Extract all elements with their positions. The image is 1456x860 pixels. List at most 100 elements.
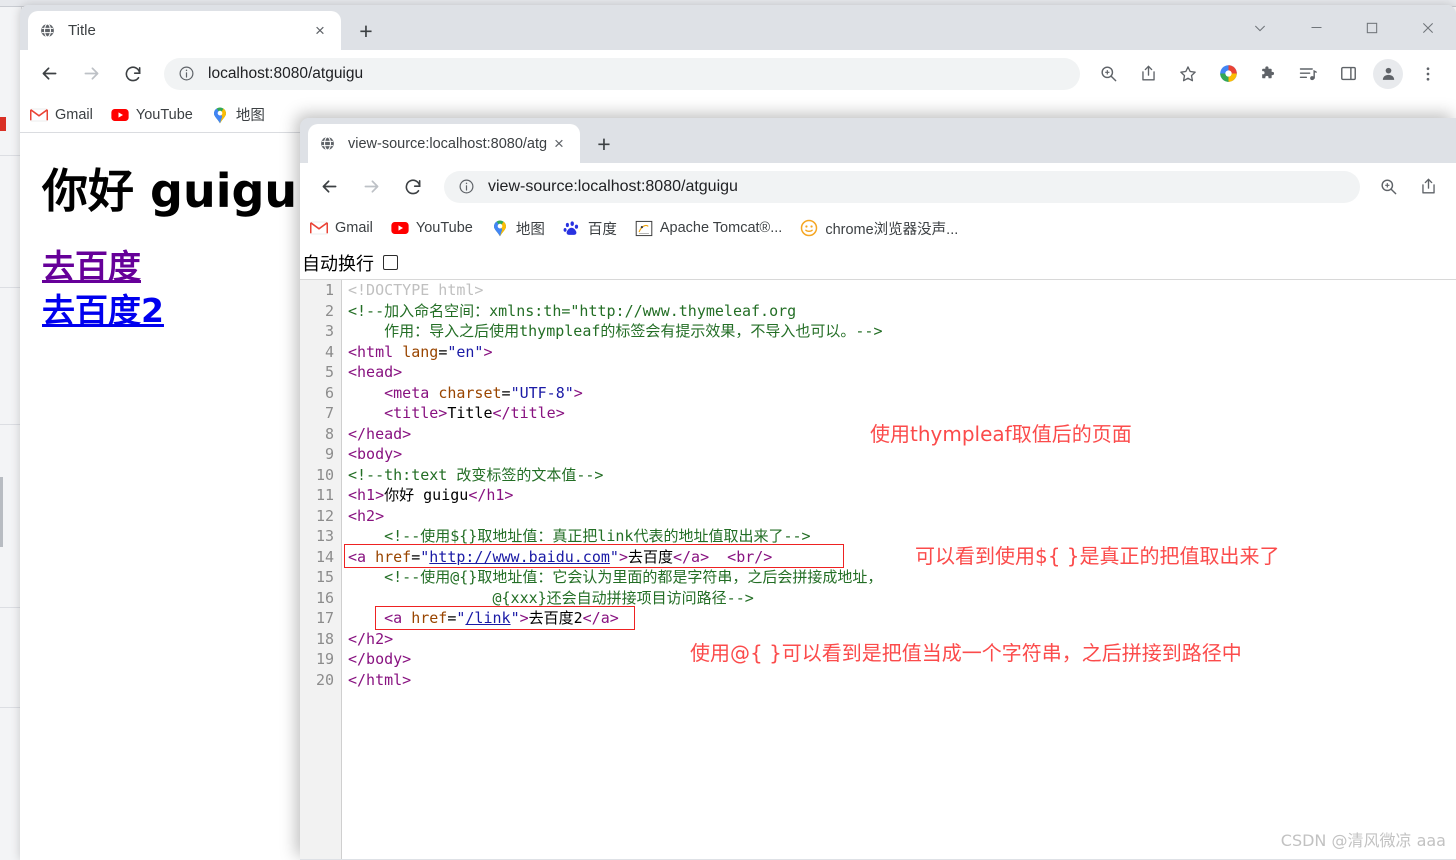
forward-navigation-icon[interactable] — [74, 57, 108, 91]
window-close-icon[interactable] — [1400, 5, 1456, 50]
back-tab-label: Title — [68, 22, 96, 39]
line-number: 9 — [324, 445, 334, 463]
google-lens-icon[interactable] — [1213, 59, 1243, 89]
code-line: <h1>你好 guigu</h1> — [348, 486, 514, 504]
back-tabstrip: Title × + — [20, 5, 1456, 50]
browser-window-view-source[interactable]: view-source:localhost:8080/atg × + view-… — [300, 118, 1456, 860]
baidu-icon — [563, 219, 581, 237]
front-tabstrip: view-source:localhost:8080/atg × + — [300, 118, 1456, 163]
orange-face-icon — [800, 219, 818, 237]
globe-icon — [318, 135, 336, 153]
source-code-lines: <!DOCTYPE html> <!--加入命名空间：xmlns:th="htt… — [348, 280, 1456, 859]
reload-icon[interactable] — [396, 170, 430, 204]
bookmark-maps[interactable]: 地图 — [211, 104, 265, 125]
line-number: 18 — [315, 629, 334, 648]
bookmark-label: Apache Tomcat®... — [659, 220, 783, 236]
line-number: 12 — [315, 506, 334, 525]
link-baidu[interactable]: 去百度 — [42, 247, 141, 286]
zoom-icon[interactable] — [1093, 59, 1123, 89]
front-address-bar[interactable]: view-source:localhost:8080/atguigu — [444, 170, 1360, 203]
line-number: 16 — [315, 588, 334, 607]
view-source-code-pane[interactable]: 1 2 3 4 5 6 7 8 9 10 11 12 13 14 15 16 1… — [300, 280, 1456, 859]
code-line: <!--使用@{}取地址值：它会认为里面的都是字符串，之后会拼接成地址， — [384, 568, 883, 586]
annotation-dollar-expression: 可以看到使用${ }是真正的把值取出来了 — [915, 544, 1280, 568]
tab-search-chevron-down-icon[interactable] — [1232, 5, 1288, 50]
front-tab-view-source[interactable]: view-source:localhost:8080/atg × — [308, 124, 580, 163]
reload-icon[interactable] — [116, 57, 150, 91]
bookmark-youtube[interactable]: YouTube — [111, 106, 193, 124]
bookmark-label: Gmail — [335, 220, 373, 236]
new-tab-button[interactable]: + — [590, 130, 618, 158]
bookmark-label: 百度 — [587, 221, 617, 238]
share-icon[interactable] — [1413, 172, 1443, 202]
new-tab-button[interactable]: + — [352, 17, 380, 45]
site-info-icon[interactable] — [458, 178, 476, 196]
bookmark-label: YouTube — [415, 220, 473, 236]
youtube-icon — [111, 106, 129, 124]
globe-icon — [38, 22, 56, 40]
line-wrap-checkbox[interactable] — [383, 255, 398, 270]
code-line: <!--使用${}取地址值：真正把link代表的地址值取出来了--> — [384, 527, 811, 545]
back-tab-title[interactable]: Title × — [28, 11, 341, 50]
bookmark-maps[interactable]: 地图 — [491, 218, 545, 239]
code-line: <!DOCTYPE html> — [348, 281, 484, 299]
code-line: @{xxx}还会自动拼接项目访问路径--> — [348, 588, 754, 607]
annotation-at-expression: 使用@{ }可以看到是把值当成一个字符串，之后拼接到路径中 — [690, 641, 1242, 665]
bookmark-baidu[interactable]: 百度 — [563, 218, 617, 239]
line-number: 10 — [315, 465, 334, 484]
profile-avatar-icon[interactable] — [1373, 58, 1403, 89]
background-window-left-sliver — [0, 7, 22, 860]
bookmark-apache-tomcat[interactable]: Apache Tomcat®... — [635, 219, 782, 237]
bookmark-star-icon[interactable] — [1173, 59, 1203, 89]
line-wrap-label: 自动换行 — [302, 253, 374, 275]
code-line: <head> — [348, 363, 403, 381]
back-toolbar: localhost:8080/atguigu — [20, 50, 1456, 97]
maps-pin-icon — [491, 219, 509, 237]
extensions-puzzle-icon[interactable] — [1253, 59, 1283, 89]
bookmark-chrome-no-sound[interactable]: chrome浏览器没声... — [800, 218, 958, 239]
maximize-icon[interactable] — [1344, 5, 1400, 50]
back-address-bar[interactable]: localhost:8080/atguigu — [164, 57, 1080, 90]
front-bookmarks-bar: Gmail YouTube 地图 百度 Apache Tomcat®... ch… — [300, 210, 1456, 246]
code-line: <a href="http://www.baidu.com">去百度</a> <… — [348, 547, 773, 566]
side-panel-icon[interactable] — [1333, 59, 1363, 89]
chrome-menu-icon[interactable] — [1413, 59, 1443, 89]
annotation-thymeleaf-page: 使用thympleaf取值后的页面 — [870, 422, 1132, 446]
bookmark-gmail[interactable]: Gmail — [310, 219, 373, 237]
code-line: <!--th:text 改变标签的文本值--> — [348, 465, 604, 484]
csdn-watermark: CSDN @清风微凉 aaa — [1280, 831, 1446, 850]
forward-navigation-icon[interactable] — [354, 170, 388, 204]
site-info-icon[interactable] — [178, 65, 196, 83]
gmail-icon — [310, 219, 328, 237]
code-line: <h2> — [348, 506, 385, 525]
bookmark-label: Gmail — [55, 106, 93, 123]
code-line: <meta charset="UTF-8"> — [384, 383, 583, 402]
line-wrap-bar: 自动换行 — [300, 246, 1456, 280]
minimize-icon[interactable] — [1288, 5, 1344, 50]
code-line: <!--加入命名空间：xmlns:th="http://www.thymelea… — [348, 301, 797, 320]
window-controls — [1232, 5, 1456, 50]
back-navigation-icon[interactable] — [312, 170, 346, 204]
media-list-icon[interactable] — [1293, 59, 1323, 89]
bookmark-label: 地图 — [515, 221, 545, 238]
code-line: <a href="/link">去百度2</a> — [384, 609, 619, 627]
code-line: </html> — [348, 670, 412, 689]
line-number: 19 — [315, 650, 334, 668]
code-line: <body> — [348, 445, 403, 463]
bookmark-gmail[interactable]: Gmail — [30, 106, 93, 124]
back-navigation-icon[interactable] — [32, 57, 66, 91]
line-number-gutter: 1 2 3 4 5 6 7 8 9 10 11 12 13 14 15 16 1… — [300, 280, 342, 859]
line-number: 4 — [324, 342, 334, 361]
code-line: <html lang="en"> — [348, 342, 493, 361]
link-baidu-2[interactable]: 去百度2 — [42, 291, 164, 330]
front-toolbar: view-source:localhost:8080/atguigu — [300, 163, 1456, 210]
close-icon[interactable]: × — [309, 20, 331, 42]
close-icon[interactable]: × — [548, 133, 570, 155]
bookmark-label: 地图 — [235, 108, 265, 124]
line-number: 14 — [315, 547, 334, 566]
line-number: 13 — [315, 527, 334, 545]
zoom-icon[interactable] — [1373, 172, 1403, 202]
share-icon[interactable] — [1133, 59, 1163, 89]
bookmark-youtube[interactable]: YouTube — [391, 219, 473, 237]
line-number: 15 — [315, 568, 334, 586]
